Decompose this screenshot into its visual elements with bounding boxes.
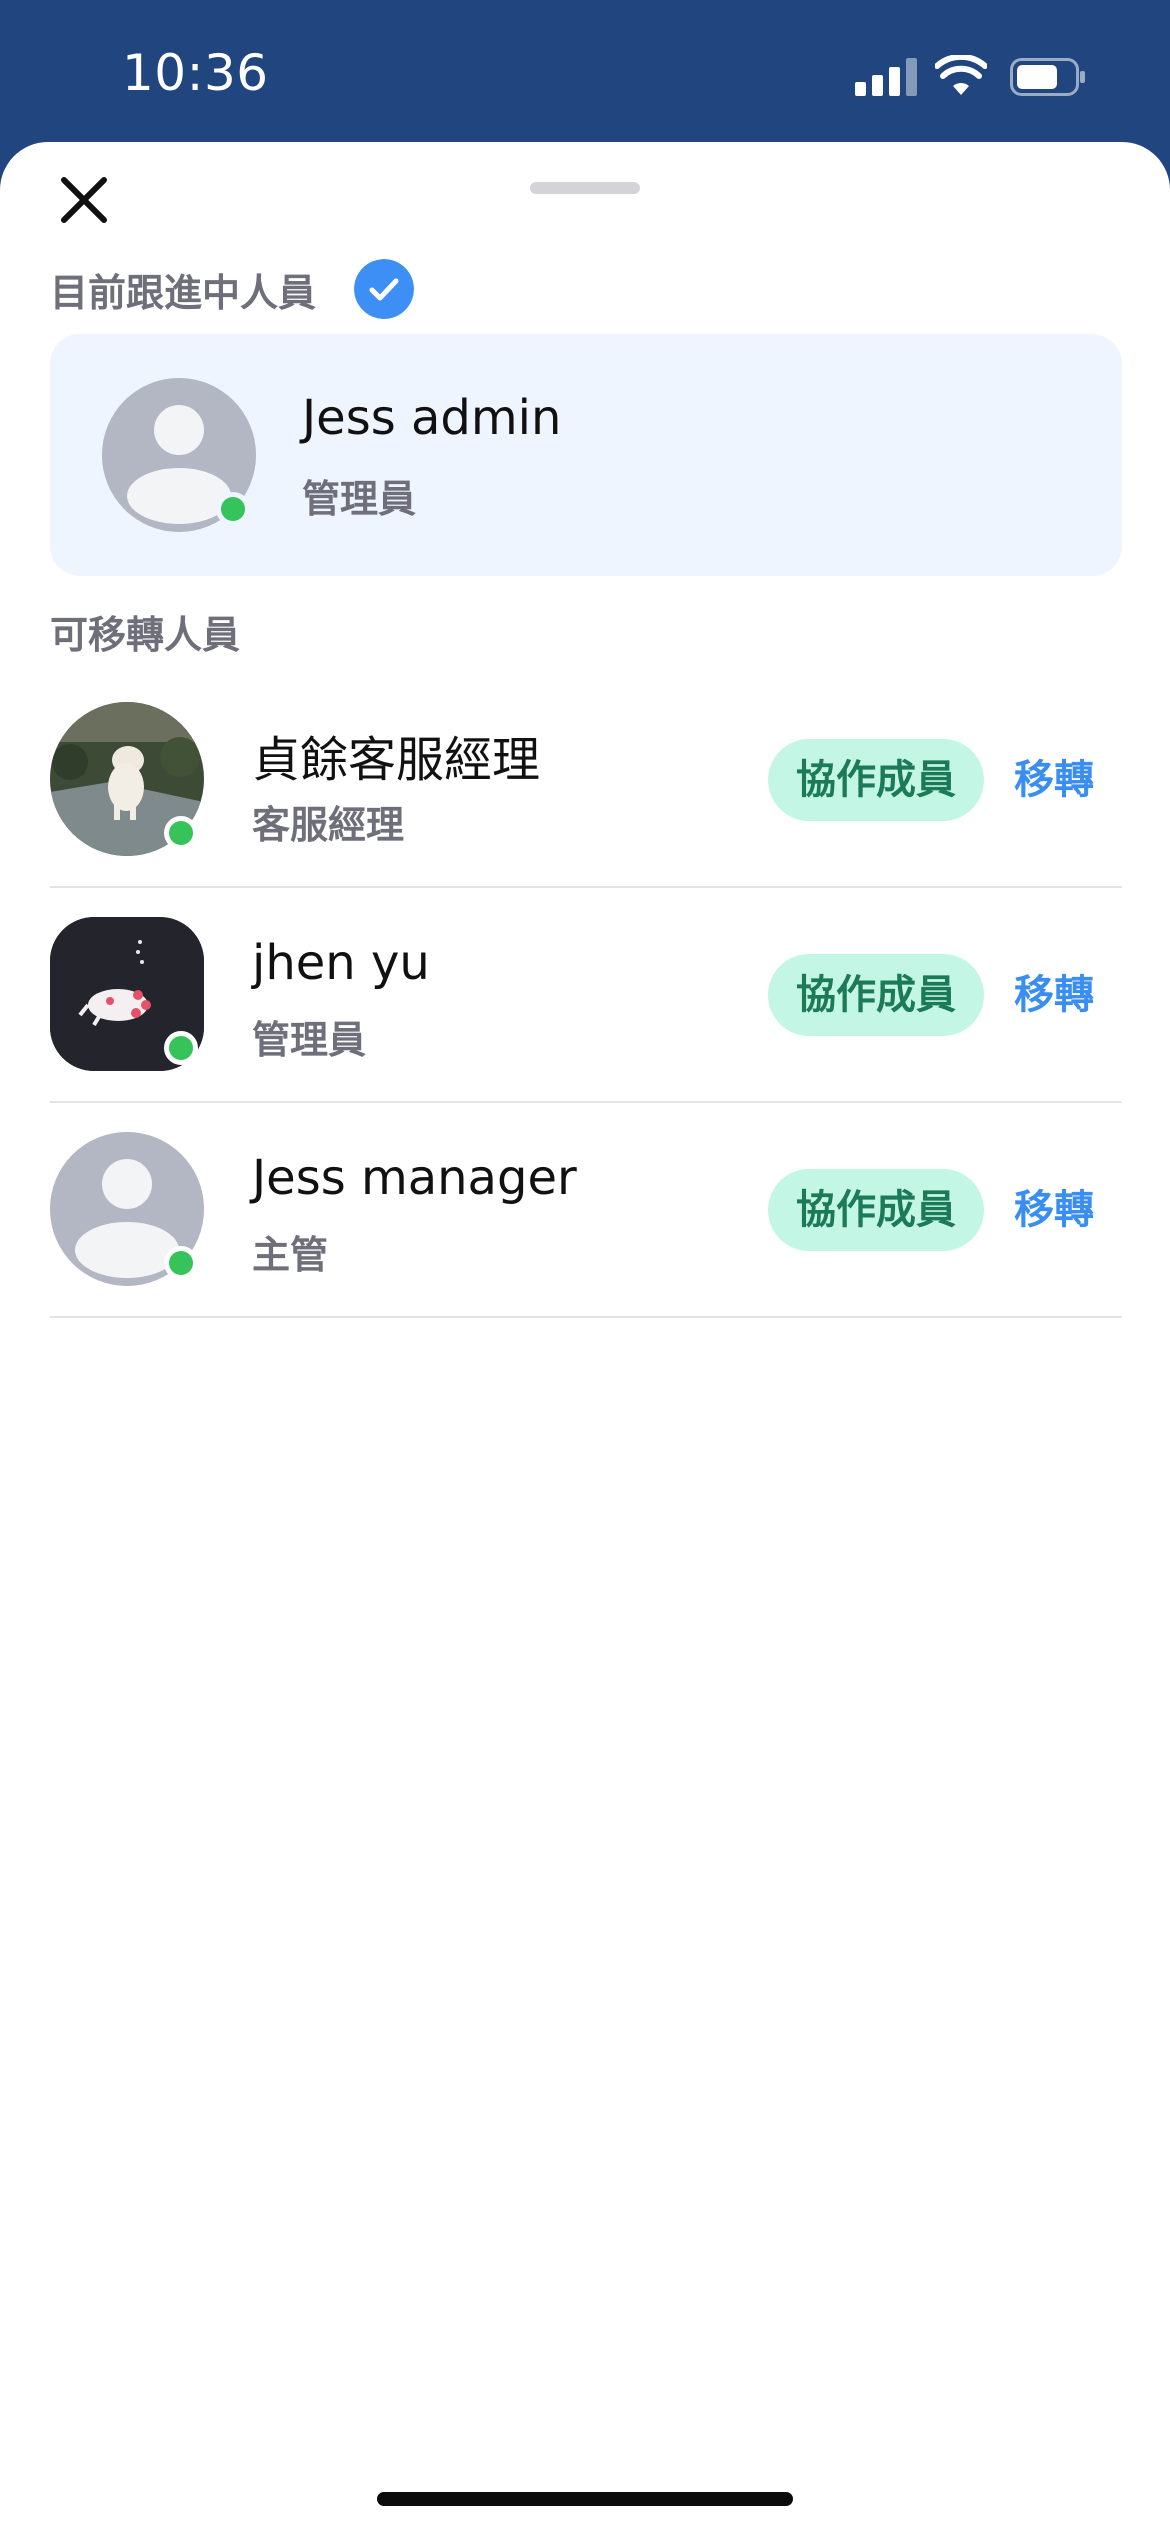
transfer-sheet: 目前跟進中人員 Jess admin 管理員 可移轉人員 貞餘客服經理 客服經理… xyxy=(0,142,1170,2532)
collaborator-badge: 協作成員 xyxy=(768,1169,984,1251)
collaborator-badge: 協作成員 xyxy=(768,739,984,821)
collaborator-badge: 協作成員 xyxy=(768,954,984,1036)
person-role: 客服經理 xyxy=(252,803,405,847)
person-name: 貞餘客服經理 xyxy=(252,732,541,788)
cellular-signal-icon xyxy=(855,58,917,96)
transfer-button[interactable]: 移轉 xyxy=(1014,1169,1094,1251)
online-status-dot xyxy=(164,1031,198,1065)
list-item: jhen yu 管理員 協作成員 移轉 xyxy=(50,887,1122,1103)
avatar xyxy=(50,1132,204,1286)
person-role: 管理員 xyxy=(252,1018,367,1062)
battery-icon xyxy=(1010,58,1085,96)
home-indicator xyxy=(377,2492,793,2506)
close-icon[interactable] xyxy=(56,172,112,228)
online-status-dot xyxy=(164,1246,198,1280)
current-person-name: Jess admin xyxy=(302,390,562,446)
person-role: 主管 xyxy=(252,1233,329,1277)
transferable-label: 可移轉人員 xyxy=(50,613,241,657)
sheet-grabber[interactable] xyxy=(530,182,640,194)
avatar xyxy=(50,702,204,856)
status-bar: 10:36 xyxy=(0,0,1170,150)
wifi-icon xyxy=(935,55,987,95)
transfer-button[interactable]: 移轉 xyxy=(1014,739,1094,821)
person-name: Jess manager xyxy=(252,1150,577,1206)
list-item: 貞餘客服經理 客服經理 協作成員 移轉 xyxy=(50,672,1122,888)
avatar xyxy=(102,378,256,532)
check-circle-icon xyxy=(354,259,414,319)
current-follower-label: 目前跟進中人員 xyxy=(50,271,317,315)
transfer-button[interactable]: 移轉 xyxy=(1014,954,1094,1036)
avatar xyxy=(50,917,204,1071)
current-follower-card: Jess admin 管理員 xyxy=(50,334,1122,576)
current-person-role: 管理員 xyxy=(302,477,417,521)
list-item: Jess manager 主管 協作成員 移轉 xyxy=(50,1102,1122,1318)
status-time: 10:36 xyxy=(122,44,269,102)
online-status-dot xyxy=(164,816,198,850)
person-name: jhen yu xyxy=(252,935,430,991)
online-status-dot xyxy=(216,492,250,526)
